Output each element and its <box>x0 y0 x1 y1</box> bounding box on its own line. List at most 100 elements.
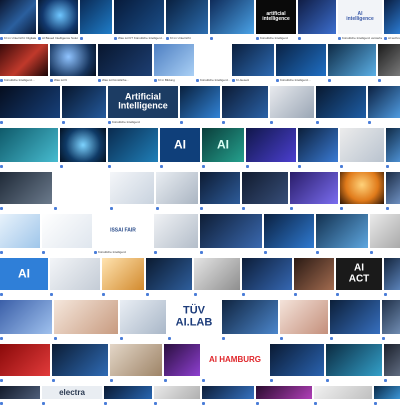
image-result-tile[interactable] <box>210 0 254 42</box>
result-caption[interactable] <box>386 204 400 212</box>
image-result-tile[interactable] <box>264 214 314 256</box>
result-thumbnail[interactable] <box>280 300 328 334</box>
result-caption[interactable]: Künstliche Intelligenz... <box>0 76 48 84</box>
image-result-tile[interactable] <box>154 386 200 407</box>
result-caption[interactable] <box>60 162 106 170</box>
image-result-tile[interactable] <box>200 214 262 256</box>
image-result-tile[interactable]: AI ACT <box>336 258 382 298</box>
result-thumbnail[interactable] <box>316 86 366 118</box>
result-caption[interactable] <box>336 290 382 298</box>
result-caption[interactable] <box>222 118 268 126</box>
result-caption[interactable] <box>154 248 198 256</box>
result-thumbnail[interactable] <box>370 214 400 248</box>
result-thumbnail[interactable] <box>270 344 324 376</box>
result-caption[interactable] <box>246 162 296 170</box>
image-result-tile[interactable] <box>156 172 198 212</box>
image-result-tile[interactable] <box>378 44 400 84</box>
result-caption[interactable] <box>280 334 328 342</box>
image-result-tile[interactable] <box>180 86 220 126</box>
result-caption[interactable] <box>108 162 158 170</box>
result-thumbnail[interactable] <box>340 172 384 204</box>
result-thumbnail[interactable] <box>264 214 314 248</box>
result-caption[interactable] <box>298 34 336 42</box>
result-caption[interactable] <box>382 334 400 342</box>
result-caption[interactable] <box>42 399 102 407</box>
image-result-tile[interactable]: Was ist Künstliche... <box>98 44 152 84</box>
image-result-tile[interactable] <box>384 258 400 298</box>
result-caption[interactable] <box>42 248 92 256</box>
image-result-tile[interactable] <box>386 172 400 212</box>
result-caption[interactable]: Was ist KI? Künstliche Intelligenz... <box>114 34 164 42</box>
image-result-tile[interactable] <box>270 86 314 126</box>
image-result-tile[interactable] <box>202 386 254 407</box>
result-thumbnail[interactable] <box>146 258 192 290</box>
image-result-tile[interactable] <box>54 172 108 212</box>
image-result-tile[interactable]: ISSAI FAIR Künstliche Intelligenz <box>94 214 152 256</box>
result-thumbnail[interactable] <box>194 258 240 290</box>
image-result-tile[interactable] <box>314 386 372 407</box>
result-thumbnail[interactable] <box>0 86 60 118</box>
result-caption[interactable] <box>202 399 254 407</box>
result-thumbnail[interactable] <box>62 86 106 118</box>
result-thumbnail[interactable] <box>110 344 162 376</box>
result-thumbnail[interactable] <box>290 172 338 204</box>
result-caption[interactable] <box>294 290 334 298</box>
result-thumbnail[interactable] <box>0 128 58 162</box>
result-caption[interactable] <box>62 118 106 126</box>
result-caption[interactable] <box>330 334 380 342</box>
result-thumbnail[interactable] <box>156 172 198 204</box>
result-caption[interactable] <box>270 376 324 384</box>
result-thumbnail[interactable] <box>80 0 112 34</box>
result-thumbnail[interactable]: ISSAI FAIR <box>94 214 152 248</box>
result-caption[interactable] <box>180 118 220 126</box>
result-caption[interactable] <box>222 334 278 342</box>
result-thumbnail[interactable] <box>298 128 338 162</box>
image-result-tile[interactable]: electra <box>42 386 102 407</box>
image-result-tile[interactable]: AI intelligence Künstliche Intelligenz ve… <box>338 0 382 42</box>
image-result-tile[interactable] <box>60 128 106 170</box>
result-caption[interactable] <box>54 204 108 212</box>
result-caption[interactable]: KI-Gesetz <box>232 76 274 84</box>
image-result-tile[interactable] <box>154 214 198 256</box>
result-caption[interactable] <box>194 290 240 298</box>
result-thumbnail[interactable] <box>0 214 40 248</box>
image-result-tile[interactable]: AI <box>202 128 244 170</box>
result-thumbnail[interactable] <box>114 0 164 34</box>
image-result-tile[interactable] <box>0 172 52 212</box>
result-caption[interactable] <box>368 118 400 126</box>
image-result-tile[interactable] <box>0 86 60 126</box>
image-result-tile[interactable] <box>256 386 312 407</box>
image-result-tile[interactable] <box>0 344 50 384</box>
result-thumbnail[interactable] <box>386 128 400 162</box>
result-thumbnail[interactable]: AI <box>160 128 200 162</box>
image-result-tile[interactable] <box>340 172 384 212</box>
result-caption[interactable] <box>0 376 50 384</box>
image-result-tile[interactable] <box>0 386 40 407</box>
result-thumbnail[interactable]: AI ACT <box>336 258 382 290</box>
image-result-tile[interactable] <box>110 172 154 212</box>
image-result-tile[interactable] <box>80 0 112 42</box>
result-thumbnail[interactable] <box>110 172 154 204</box>
image-result-tile[interactable] <box>298 0 336 42</box>
image-result-tile[interactable] <box>108 128 158 170</box>
image-result-tile[interactable] <box>368 86 400 126</box>
result-caption[interactable] <box>156 204 198 212</box>
image-result-tile[interactable] <box>294 258 334 298</box>
image-result-tile[interactable] <box>0 300 52 342</box>
result-thumbnail[interactable] <box>330 300 380 334</box>
result-thumbnail[interactable] <box>154 386 200 399</box>
result-caption[interactable] <box>314 399 372 407</box>
image-result-tile[interactable] <box>0 214 40 256</box>
image-result-tile[interactable] <box>382 300 400 342</box>
result-caption[interactable]: Künstliche Intelligenz <box>256 34 296 42</box>
image-result-tile[interactable]: KI-Gesetz <box>232 44 274 84</box>
result-caption[interactable] <box>264 248 314 256</box>
result-caption[interactable] <box>50 290 100 298</box>
result-caption[interactable] <box>202 162 244 170</box>
image-result-tile[interactable] <box>242 258 292 298</box>
result-caption[interactable] <box>386 162 400 170</box>
result-caption[interactable] <box>210 34 254 42</box>
image-result-tile[interactable]: AI <box>0 258 48 298</box>
image-result-tile[interactable] <box>386 128 400 170</box>
image-result-tile[interactable] <box>52 344 108 384</box>
